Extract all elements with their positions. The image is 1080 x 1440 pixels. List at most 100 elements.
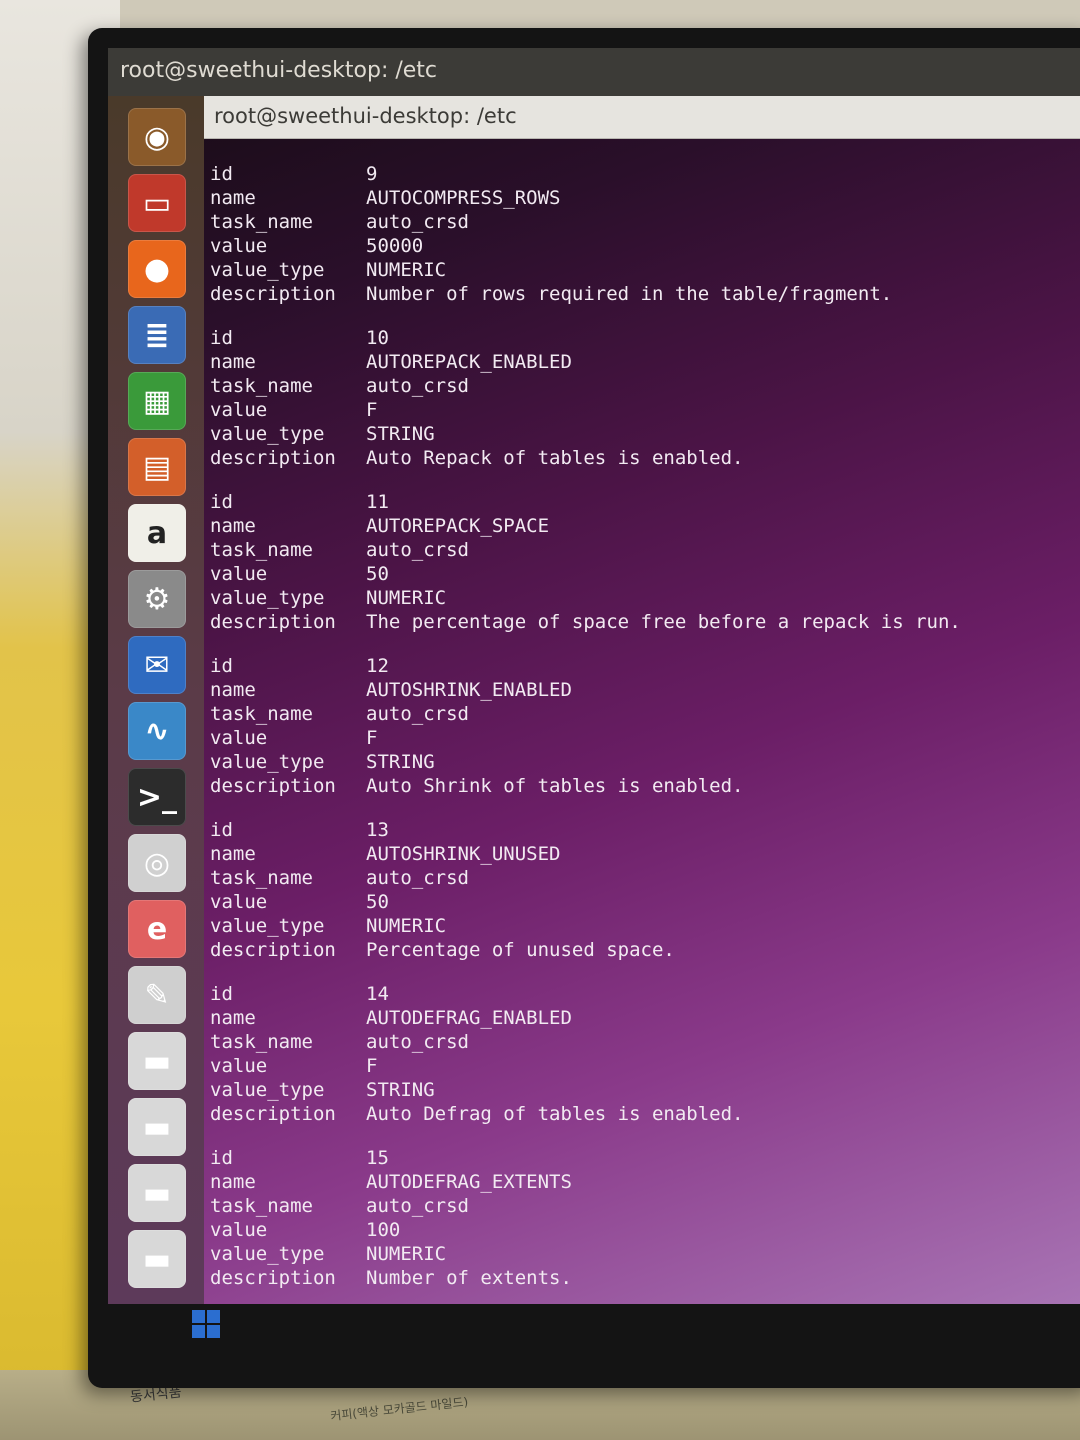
- field-value: auto_crsd: [366, 375, 469, 397]
- record-row-id: id 10: [210, 326, 1070, 350]
- field-label: name: [210, 351, 256, 373]
- field-label: value_type: [210, 915, 325, 937]
- record-row-value: value 50000: [210, 234, 1070, 258]
- record-row-task-name: task_name auto_crsd: [210, 1030, 1070, 1054]
- screenshot-camera-icon[interactable]: ◎: [128, 834, 186, 892]
- field-value: AUTOREPACK_SPACE: [366, 515, 550, 537]
- terminal-titlebar[interactable]: root@sweethui-desktop: /etc: [204, 96, 1080, 139]
- field-value: Number of extents.: [366, 1267, 572, 1289]
- field-value: auto_crsd: [366, 1031, 469, 1053]
- field-label: id: [210, 327, 233, 349]
- drive-icon[interactable]: ▬: [128, 1230, 186, 1288]
- field-value: auto_crsd: [366, 1195, 469, 1217]
- record-row-value-type: value_type NUMERIC: [210, 914, 1070, 938]
- field-value: 15: [366, 1147, 389, 1169]
- terminal-record: id 10 name AUTOREPACK_ENABLED task_name auto_…: [210, 326, 1070, 470]
- field-value: 50000: [366, 235, 424, 257]
- ubuntu-dash-icon[interactable]: ◉: [128, 108, 186, 166]
- amazon-icon[interactable]: a: [128, 504, 186, 562]
- field-label: task_name: [210, 375, 313, 397]
- writer-document-icon[interactable]: ≣: [128, 306, 186, 364]
- field-value: 50: [366, 563, 389, 585]
- terminal-window[interactable]: root@sweethui-desktop: /etc id 9 name AUTOC…: [204, 96, 1080, 1304]
- terminal-output[interactable]: id 9 name AUTOCOMPRESS_ROWS task_name auto_cr…: [210, 162, 1070, 1304]
- files-cabinet-icon[interactable]: ▭: [128, 174, 186, 232]
- record-row-id: id 12: [210, 654, 1070, 678]
- field-value: 14: [366, 983, 389, 1005]
- field-value: auto_crsd: [366, 211, 469, 233]
- record-row-name: name AUTOSHRINK_ENABLED: [210, 678, 1070, 702]
- field-value: AUTODEFRAG_ENABLED: [366, 1007, 572, 1029]
- field-value: 10: [366, 327, 389, 349]
- record-row-task-name: task_name auto_crsd: [210, 210, 1070, 234]
- field-label: description: [210, 611, 336, 633]
- terminal-record: id 9 name AUTOCOMPRESS_ROWS task_name auto_cr…: [210, 162, 1070, 306]
- record-row-value: value 100: [210, 1218, 1070, 1242]
- field-label: task_name: [210, 1195, 313, 1217]
- field-label: value: [210, 1055, 268, 1077]
- record-row-task-name: task_name auto_crsd: [210, 374, 1070, 398]
- field-value: auto_crsd: [366, 703, 469, 725]
- calc-spreadsheet-icon[interactable]: ▦: [128, 372, 186, 430]
- field-label: description: [210, 1103, 336, 1125]
- field-value: Auto Defrag of tables is enabled.: [366, 1103, 744, 1125]
- field-label: description: [210, 447, 336, 469]
- record-row-task-name: task_name auto_crsd: [210, 702, 1070, 726]
- pdf-viewer-icon[interactable]: e: [128, 900, 186, 958]
- field-value: STRING: [366, 1079, 435, 1101]
- thunderbird-icon[interactable]: ✉: [128, 636, 186, 694]
- field-label: task_name: [210, 703, 313, 725]
- text-editor-icon[interactable]: ✎: [128, 966, 186, 1024]
- drive-icon[interactable]: ▬: [128, 1032, 186, 1090]
- terminal-icon[interactable]: >_: [128, 768, 186, 826]
- field-value: Auto Shrink of tables is enabled.: [366, 775, 744, 797]
- field-label: task_name: [210, 211, 313, 233]
- system-monitor-icon[interactable]: ∿: [128, 702, 186, 760]
- impress-presentation-icon[interactable]: ▤: [128, 438, 186, 496]
- record-row-description: description Number of rows required in th…: [210, 282, 1070, 306]
- record-row-description: description Auto Defrag of tables is enab…: [210, 1102, 1070, 1126]
- field-label: id: [210, 655, 233, 677]
- record-row-id: id 9: [210, 162, 1070, 186]
- field-label: id: [210, 819, 233, 841]
- record-row-value: value 50: [210, 562, 1070, 586]
- field-value: NUMERIC: [366, 259, 447, 281]
- drive-icon[interactable]: ▬: [128, 1164, 186, 1222]
- record-row-description: description Auto Shrink of tables is enab…: [210, 774, 1070, 798]
- record-row-task-name: task_name auto_crsd: [210, 538, 1070, 562]
- field-label: value: [210, 891, 268, 913]
- field-value: F: [366, 727, 378, 749]
- top-panel: root@sweethui-desktop: /etc: [108, 48, 1080, 96]
- windows-logo-icon: [192, 1310, 220, 1338]
- system-settings-icon[interactable]: ⚙: [128, 570, 186, 628]
- record-row-name: name AUTOREPACK_ENABLED: [210, 350, 1070, 374]
- field-label: value_type: [210, 259, 325, 281]
- field-value: Number of rows required in the table/fra…: [366, 283, 893, 305]
- drive-icon[interactable]: ▬: [128, 1098, 186, 1156]
- field-label: id: [210, 163, 233, 185]
- field-value: AUTOSHRINK_UNUSED: [366, 843, 561, 865]
- record-row-value-type: value_type NUMERIC: [210, 586, 1070, 610]
- record-row-value-type: value_type STRING: [210, 1078, 1070, 1102]
- field-label: description: [210, 939, 336, 961]
- field-label: task_name: [210, 867, 313, 889]
- record-row-id: id 14: [210, 982, 1070, 1006]
- record-row-value: value F: [210, 726, 1070, 750]
- record-row-description: description Auto Repack of tables is enab…: [210, 446, 1070, 470]
- field-value: 9: [366, 163, 378, 185]
- field-value: auto_crsd: [366, 867, 469, 889]
- record-row-description: description Number of extents.: [210, 1266, 1070, 1290]
- field-label: value_type: [210, 423, 325, 445]
- field-value: Auto Repack of tables is enabled.: [366, 447, 744, 469]
- record-row-id: id 13: [210, 818, 1070, 842]
- field-label: task_name: [210, 1031, 313, 1053]
- field-value: F: [366, 1055, 378, 1077]
- field-value: 50: [366, 891, 389, 913]
- field-label: description: [210, 283, 336, 305]
- screen: root@sweethui-desktop: /etc ◉ ▭ ● ≣ ▦ ▤ a ⚙ ✉ ∿ >_…: [108, 48, 1080, 1304]
- field-label: value_type: [210, 751, 325, 773]
- record-row-description: description The percentage of space free …: [210, 610, 1070, 634]
- firefox-icon[interactable]: ●: [128, 240, 186, 298]
- field-label: id: [210, 983, 233, 1005]
- record-row-name: name AUTOREPACK_SPACE: [210, 514, 1070, 538]
